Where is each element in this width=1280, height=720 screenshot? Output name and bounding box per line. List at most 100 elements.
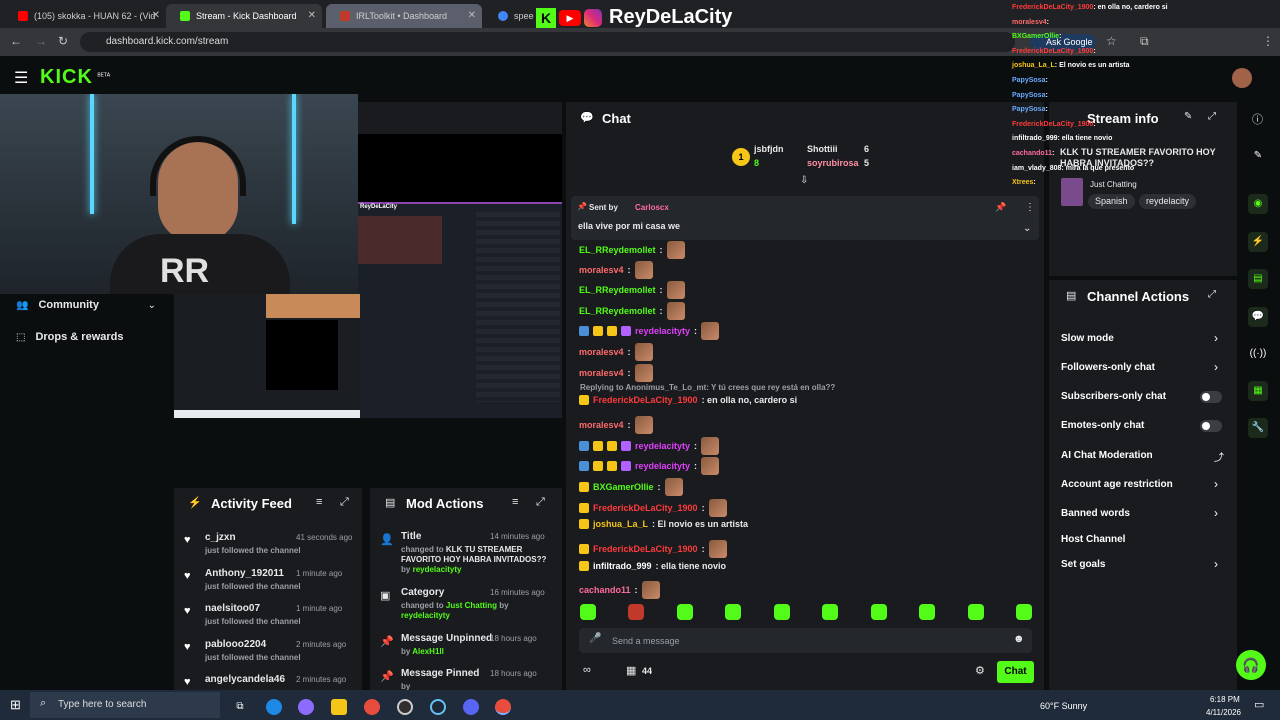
browser-tab[interactable]: IRLToolkit • Dashboard ✕ <box>326 4 482 28</box>
back-icon[interactable]: ← <box>10 34 22 48</box>
taskbar-search[interactable]: ⌕ Type here to search <box>30 692 220 718</box>
activity-user[interactable]: Anthony_192011 <box>205 568 284 579</box>
info-icon[interactable]: ⓘ <box>1252 111 1263 127</box>
obs-icon[interactable] <box>397 699 413 715</box>
chat-message[interactable]: infiltrado_999: ella tiene novio <box>579 561 726 571</box>
copilot-icon[interactable] <box>298 699 314 715</box>
channel-action-label[interactable]: Slow mode <box>1061 333 1114 344</box>
scroll-down-icon[interactable]: ⇩ <box>800 175 808 186</box>
chat-username[interactable]: EL_RReydemollet <box>579 285 656 295</box>
menu-dots-icon[interactable]: ⋮ <box>1262 34 1274 48</box>
chat-username[interactable]: reydelacityty <box>635 441 690 451</box>
emote-shortcut[interactable] <box>919 604 936 620</box>
chat-username[interactable]: infiltrado_999 <box>593 561 652 571</box>
emote-shortcut[interactable] <box>967 604 984 620</box>
explorer-icon[interactable] <box>331 699 347 715</box>
edit-icon[interactable]: ✎ <box>1184 111 1192 122</box>
channel-action-label[interactable]: Host Channel <box>1061 534 1125 545</box>
layout-icon[interactable]: ▦ <box>1248 381 1268 401</box>
chat-username[interactable]: reydelacityty <box>635 461 690 471</box>
settings-icon[interactable]: ⚙ <box>975 664 985 677</box>
channel-action-label[interactable]: Emotes-only chat <box>1061 420 1144 431</box>
more-options-icon[interactable]: ⋮ <box>1025 202 1035 213</box>
filter-icon[interactable]: ≡ <box>512 496 518 508</box>
chevron-right-icon[interactable]: › <box>1214 331 1218 345</box>
chat-username[interactable]: EL_RReydemollet <box>579 245 656 255</box>
toggle-switch[interactable] <box>1200 391 1222 403</box>
chat-message[interactable]: EL_RReydemollet: <box>579 281 685 299</box>
windows-start-icon[interactable]: ⊞ <box>10 697 21 713</box>
channel-action-label[interactable]: Banned words <box>1061 508 1130 519</box>
chat-username[interactable]: FrederickDeLaCity_1900 <box>593 544 698 554</box>
emote-shortcut[interactable] <box>676 604 693 620</box>
unpin-icon[interactable]: 📌 <box>995 202 1006 213</box>
chat-username[interactable]: cachando11 <box>579 585 631 595</box>
filter-icon[interactable]: ≡ <box>316 496 322 508</box>
wrench-icon[interactable]: 🔧 <box>1248 418 1268 438</box>
emote-shortcut[interactable] <box>580 604 596 620</box>
pinned-message[interactable]: 📌 Sent by Carloscx ella vive por mi casa… <box>571 196 1039 240</box>
chat-message[interactable]: joshua_La_L: El novio es un artista <box>579 519 748 529</box>
activity-user[interactable]: pablooo2204 <box>205 639 266 650</box>
close-tab-icon[interactable]: ✕ <box>152 10 160 21</box>
lightning-icon[interactable]: ⚡ <box>1248 232 1268 252</box>
task-view-icon[interactable]: ⧉ <box>232 699 248 715</box>
popout-icon[interactable]: ⤢ <box>1208 289 1216 300</box>
tag-chip[interactable]: Spanish <box>1088 194 1135 209</box>
channel-action-label[interactable]: Account age restriction <box>1061 479 1173 490</box>
chat-message[interactable]: FrederickDeLaCity_1900: <box>579 540 727 558</box>
chat-username[interactable]: EL_RReydemollet <box>579 306 656 316</box>
camera-icon[interactable]: ◉ <box>1248 194 1268 214</box>
chat-message[interactable]: moralesv4: <box>579 261 653 279</box>
broadcast-icon[interactable]: ((·)) <box>1248 344 1268 364</box>
chat-send-button[interactable]: Chat <box>997 661 1034 683</box>
kick-logo[interactable]: KICK BETA <box>40 66 110 89</box>
activity-user[interactable]: c_jzxn <box>205 532 236 543</box>
chat-message[interactable]: FrederickDeLaCity_1900: <box>579 499 727 517</box>
chat-username[interactable]: BXGamerOllie <box>593 482 654 492</box>
emoji-icon[interactable]: ☻ <box>1013 633 1025 645</box>
forward-icon[interactable]: → <box>35 34 47 48</box>
channel-action-label[interactable]: Followers-only chat <box>1061 362 1155 373</box>
chrome-icon[interactable] <box>364 699 380 715</box>
browser-tab[interactable]: speed t <box>484 4 534 28</box>
emote-shortcut[interactable] <box>773 604 790 620</box>
chat-username[interactable]: reydelacityty <box>635 326 690 336</box>
close-tab-icon[interactable]: ✕ <box>308 10 316 21</box>
chevron-right-icon[interactable]: › <box>1214 360 1218 374</box>
edge-icon[interactable] <box>266 699 282 715</box>
activity-user[interactable]: angelycandela46 <box>205 674 285 685</box>
chat-username[interactable]: moralesv4 <box>579 265 624 275</box>
user-avatar[interactable] <box>1232 68 1252 88</box>
emote-shortcut[interactable] <box>822 604 839 620</box>
chat-message[interactable]: FrederickDeLaCity_1900: en olla no, card… <box>579 395 797 405</box>
chevron-right-icon[interactable]: › <box>1214 506 1218 520</box>
popout-icon[interactable]: ⤢ <box>340 496 349 509</box>
chat-message[interactable]: moralesv4: <box>579 343 653 361</box>
sidebar-item-community[interactable]: 👥 Community ⌄ <box>16 299 156 311</box>
chat-username[interactable]: FrederickDeLaCity_1900 <box>593 395 698 405</box>
sidebar-item-drops[interactable]: ⬚ Drops & rewards <box>16 331 123 343</box>
emote-shortcut[interactable] <box>725 604 742 620</box>
reload-icon[interactable]: ↻ <box>58 34 68 48</box>
chat-username[interactable]: moralesv4 <box>579 347 624 357</box>
pencil-icon[interactable]: ✎ <box>1248 146 1268 166</box>
chat-message[interactable]: cachando11: <box>579 581 660 599</box>
chevron-right-icon[interactable]: › <box>1214 557 1218 571</box>
chat-username[interactable]: FrederickDeLaCity_1900 <box>593 503 698 513</box>
store-icon[interactable]: ▦ <box>626 664 636 677</box>
chat-username[interactable]: joshua_La_L <box>593 519 648 529</box>
emote-shortcut[interactable] <box>628 604 645 620</box>
chat-message[interactable]: moralesv4: <box>579 364 653 382</box>
channel-action-label[interactable]: AI Chat Moderation <box>1061 450 1153 461</box>
chat-message[interactable]: EL_RReydemollet: <box>579 241 685 259</box>
taskbar-weather[interactable]: 60°F Sunny <box>1040 701 1087 711</box>
popout-icon[interactable]: ⤢ <box>1208 111 1216 122</box>
channel-action-label[interactable]: Set goals <box>1061 559 1105 570</box>
chat-message[interactable]: moralesv4: <box>579 416 653 434</box>
microphone-icon[interactable]: 🎤 <box>589 633 601 644</box>
chat-message[interactable]: reydelacityty: <box>579 437 720 455</box>
mod-action-user[interactable]: reydelacityty <box>413 565 462 574</box>
emote-shortcut[interactable] <box>1015 604 1032 620</box>
steam-icon[interactable] <box>430 699 446 715</box>
